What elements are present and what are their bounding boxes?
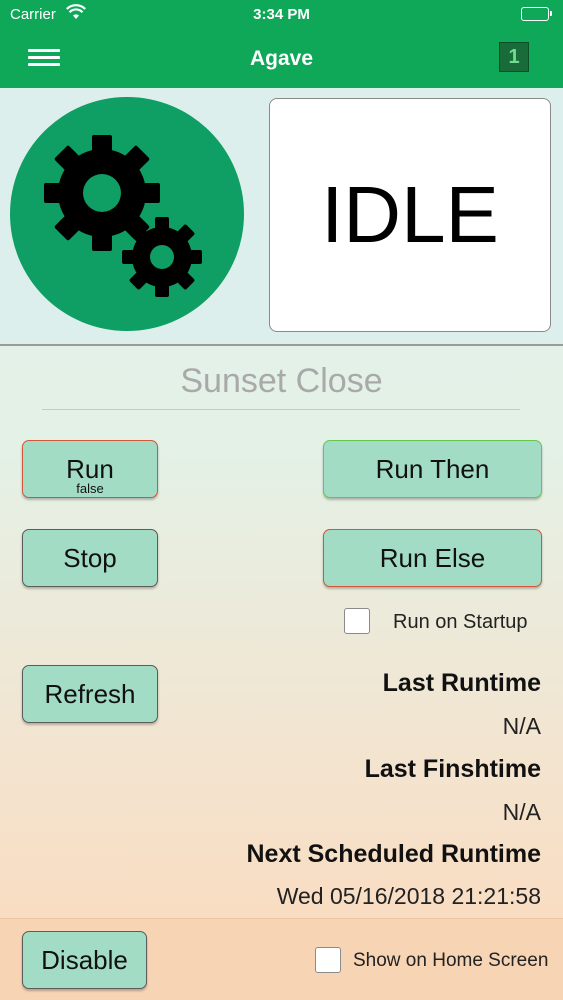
task-name-divider	[42, 409, 520, 410]
task-name: Sunset Close	[180, 362, 383, 400]
run-button[interactable]: Run false	[22, 440, 158, 498]
run-on-startup-label: Run on Startup	[393, 611, 528, 633]
stop-button[interactable]: Stop	[22, 529, 158, 587]
battery-icon	[521, 7, 552, 21]
disable-button[interactable]: Disable	[22, 931, 147, 989]
next-scheduled-value: Wed 05/16/2018 21:21:58	[276, 883, 541, 909]
last-finishtime-label: Last Finshtime	[364, 755, 541, 783]
show-on-home-checkbox[interactable]	[315, 947, 341, 973]
task-state-display: IDLE	[269, 98, 551, 332]
refresh-button[interactable]: Refresh	[22, 665, 158, 723]
run-button-sublabel: false	[76, 481, 104, 496]
last-finishtime-value: N/A	[502, 799, 541, 825]
app-title: Agave	[249, 47, 314, 70]
status-bar: Carrier 3:34 PM	[0, 0, 563, 30]
last-runtime-value: N/A	[502, 713, 541, 739]
notification-badge[interactable]: 1	[499, 42, 529, 72]
run-then-button[interactable]: Run Then	[323, 440, 542, 498]
show-on-home-label: Show on Home Screen	[353, 950, 549, 971]
run-else-button[interactable]: Run Else	[323, 529, 542, 587]
next-scheduled-label: Next Scheduled Runtime	[246, 840, 542, 868]
nav-bar: Agave 1	[0, 30, 563, 88]
footer-bar: Disable Show on Home Screen	[0, 918, 563, 1000]
last-runtime-label: Last Runtime	[382, 669, 541, 697]
run-on-startup-checkbox[interactable]	[344, 608, 370, 634]
status-time: 3:34 PM	[253, 6, 310, 23]
gears-icon	[10, 97, 244, 331]
task-header: IDLE	[0, 88, 563, 346]
